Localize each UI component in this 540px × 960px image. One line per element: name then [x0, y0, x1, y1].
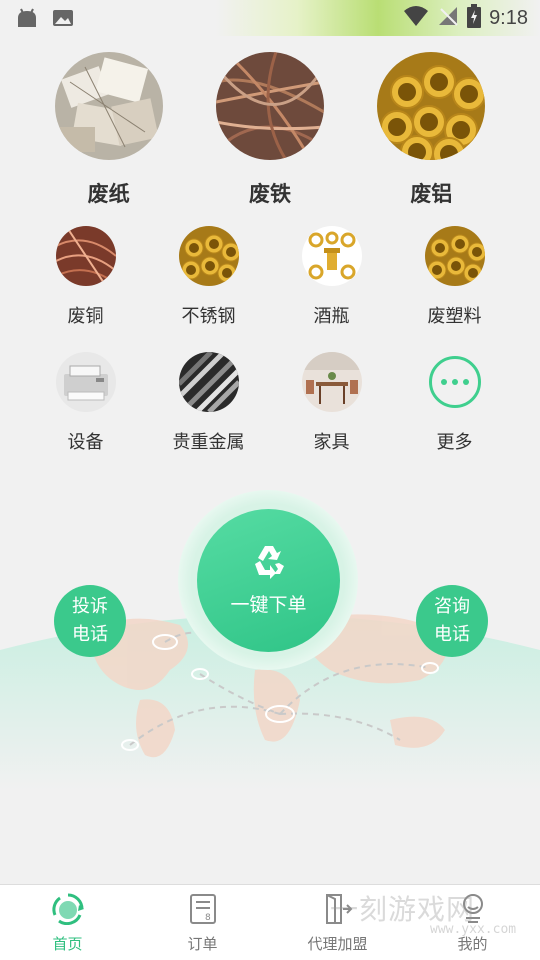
category-label: 家具 — [313, 432, 350, 453]
waste-paper-photo — [54, 52, 163, 160]
one-click-order-label: 一键下单 — [230, 594, 307, 616]
button-label-line2: 电话 — [72, 624, 108, 645]
category-waste-paper[interactable]: 废纸 — [54, 52, 164, 208]
home-recycle-icon — [51, 893, 85, 929]
consult-phone-button[interactable]: 咨询 电话 — [416, 585, 488, 657]
svg-text:8: 8 — [205, 913, 211, 923]
category-more[interactable]: 更多 — [393, 352, 516, 454]
watermark-url: www.yxx.com — [430, 922, 517, 937]
button-label-line1: 咨询 — [434, 596, 470, 617]
category-scrap-iron[interactable]: 废铁 — [215, 52, 325, 208]
category-label: 废铁 — [248, 182, 291, 206]
button-label-line1: 投诉 — [72, 596, 108, 617]
category-label: 贵重金属 — [172, 432, 245, 453]
button-label-line2: 电话 — [434, 624, 470, 645]
status-bar: 9:18 — [0, 0, 540, 36]
category-scrap-aluminum[interactable]: 废铝 — [376, 52, 486, 208]
one-click-order-button[interactable]: 一键下单 — [197, 509, 340, 652]
android-icon — [16, 7, 38, 33]
recycle-icon — [250, 544, 288, 584]
category-copper[interactable]: 废铜 — [24, 226, 147, 328]
home-screen: 9:18 废纸 废铁 废铝 废铜 不锈钢 酒瓶 废塑料 设备 贵重金属 家具 更… — [0, 0, 540, 960]
brass-pipe-photo — [424, 226, 485, 286]
category-label: 更多 — [436, 432, 473, 453]
category-label: 废塑料 — [427, 306, 482, 327]
category-plastic[interactable]: 废塑料 — [393, 226, 516, 328]
complaint-phone-button[interactable]: 投诉 电话 — [54, 585, 126, 657]
category-equipment[interactable]: 设备 — [24, 352, 147, 454]
brass-fittings-photo — [301, 226, 362, 286]
scrap-aluminum-photo — [377, 52, 486, 160]
battery-icon — [467, 4, 482, 32]
category-label: 废铝 — [410, 182, 453, 206]
furniture-photo — [301, 352, 362, 412]
category-stainless-steel[interactable]: 不锈钢 — [147, 226, 270, 328]
sub-categories-grid: 废铜 不锈钢 酒瓶 废塑料 设备 贵重金属 家具 更多 — [24, 226, 516, 454]
metal-bars-photo — [178, 352, 239, 412]
scrap-iron-photo — [215, 52, 324, 160]
category-precious-metals[interactable]: 贵重金属 — [147, 352, 270, 454]
nav-home[interactable]: 首页 — [0, 885, 135, 960]
nav-label: 代理加盟 — [307, 935, 368, 953]
image-icon — [52, 7, 74, 33]
category-label: 废铜 — [67, 306, 104, 327]
category-label: 酒瓶 — [313, 306, 350, 327]
category-label: 废纸 — [87, 182, 130, 206]
category-label: 不锈钢 — [181, 306, 236, 327]
nav-label: 订单 — [187, 935, 218, 953]
clock-time: 9:18 — [489, 6, 528, 29]
signal-icon — [437, 5, 459, 31]
nav-label: 首页 — [52, 935, 83, 953]
wifi-icon — [403, 5, 429, 31]
brass-pipe-photo — [178, 226, 239, 286]
printer-photo — [55, 352, 116, 412]
main-categories: 废纸 废铁 废铝 — [0, 52, 540, 208]
category-label: 设备 — [67, 432, 104, 453]
order-icon: 8 — [188, 893, 218, 929]
more-icon — [428, 356, 481, 408]
copper-wire-photo — [55, 226, 116, 286]
nav-orders[interactable]: 8 订单 — [135, 885, 270, 960]
category-furniture[interactable]: 家具 — [270, 352, 393, 454]
category-bottles[interactable]: 酒瓶 — [270, 226, 393, 328]
